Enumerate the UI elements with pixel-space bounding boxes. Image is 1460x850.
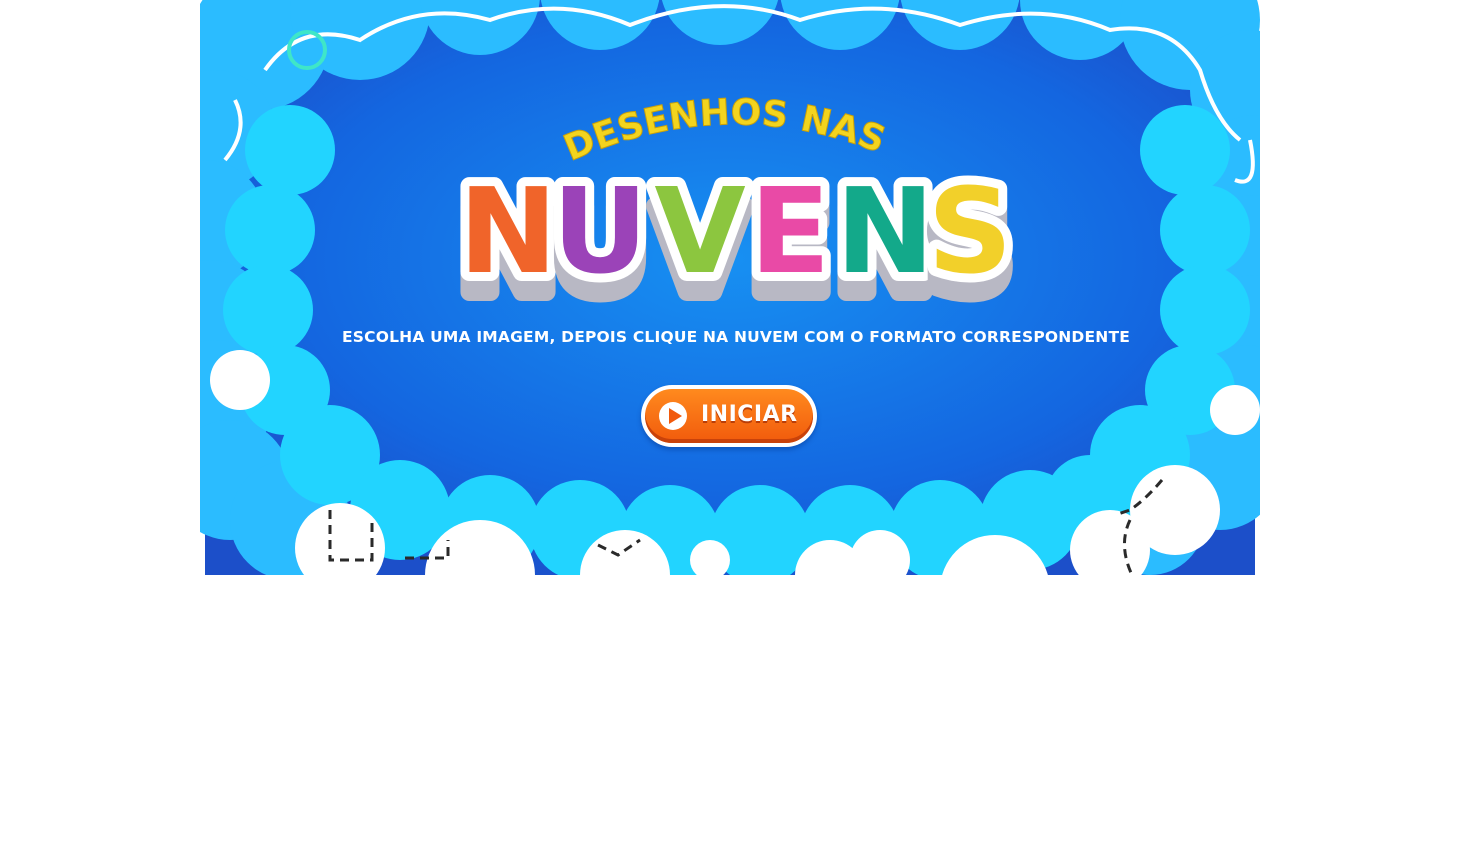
svg-text:E: E (750, 162, 831, 300)
play-triangle (669, 408, 682, 424)
start-button[interactable]: INICIAR (641, 385, 817, 447)
instructions-text: ESCOLHA UMA IMAGEM, DEPOIS CLIQUE NA NUV… (341, 328, 1131, 346)
svg-text:S: S (928, 162, 1013, 300)
start-button-face: INICIAR (645, 389, 813, 443)
title-letter-2: UUU (543, 153, 657, 329)
title-letter-1: NNN (450, 153, 567, 329)
play-icon (659, 402, 687, 430)
title-letter-6: SSS (919, 153, 1022, 329)
title-letter-5: NNN (827, 153, 944, 329)
svg-text:U: U (552, 162, 648, 300)
title-letter-4: EEE (741, 153, 840, 329)
svg-text:V: V (654, 162, 745, 300)
game-start-screen: DESENHOS NAS NNNUUUVVVEEENNNSSS ESCOLHA … (0, 0, 1460, 850)
svg-text:N: N (459, 162, 558, 300)
svg-text:N: N (836, 162, 935, 300)
start-button-label: INICIAR (701, 402, 798, 427)
title-letter-3: VVV (645, 153, 754, 329)
title-main-word: NNNUUU VVV EEE NNNSSS (450, 153, 1022, 329)
